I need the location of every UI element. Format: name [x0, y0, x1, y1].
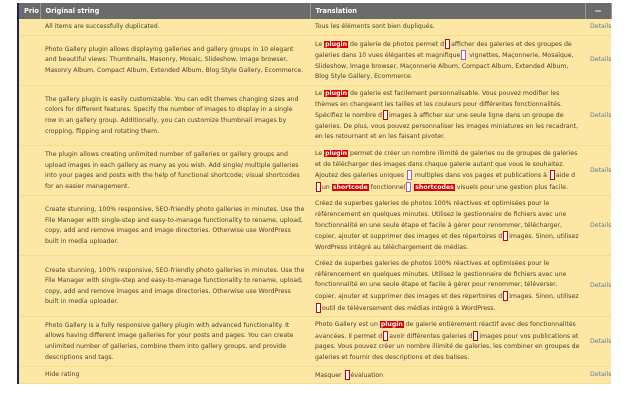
prio-cell: [18, 85, 40, 146]
translation-table: Prio Original string Translation — All i…: [17, 3, 612, 385]
glossary-highlight: plugin: [324, 149, 349, 157]
glossary-highlight: plugin: [324, 89, 349, 97]
original-string: The plugin allows creating unlimited num…: [40, 145, 310, 197]
translation-text: Le: [315, 89, 325, 97]
prio-cell: [18, 255, 40, 318]
translation-text: visuels pour une gestion plus facile.: [454, 183, 568, 191]
table-row[interactable]: The gallery plugin is easily customizabl…: [18, 85, 611, 146]
translation-text: Tous les éléments sont bien dupliqués.: [315, 23, 435, 30]
translation-text: fonctionnel: [368, 183, 406, 191]
special-char-marker: [549, 170, 555, 181]
special-char-marker: [406, 181, 412, 192]
prio-cell: [18, 316, 40, 367]
translation-text: multiples dans vos pages et publications…: [412, 172, 549, 180]
table-header: Prio Original string Translation —: [18, 3, 612, 19]
table-row[interactable]: Create stunning, 100% responsive, SEO-fr…: [18, 255, 611, 318]
original-string: Create stunning, 100% responsive, SEO-fr…: [40, 195, 310, 257]
details-link[interactable]: Details: [585, 366, 611, 385]
prio-cell: [18, 366, 40, 385]
translation-text: de galerie de photos permet d: [348, 40, 445, 48]
special-char-marker: [316, 181, 321, 192]
details-link[interactable]: Details: [585, 255, 611, 318]
special-char-marker: [473, 330, 479, 341]
special-char-marker: [316, 302, 321, 313]
translation-string[interactable]: Créez de superbes galeries de photos 100…: [310, 195, 585, 257]
translation-text: Le: [315, 40, 325, 48]
prio-cell: [18, 19, 40, 36]
table-row[interactable]: The plugin allows creating unlimited num…: [18, 145, 611, 197]
original-string: Photo Gallery is a fully responsive gall…: [40, 316, 310, 367]
translation-text: Masquer: [315, 371, 344, 379]
translation-string[interactable]: Tous les éléments sont bien dupliqués.: [310, 19, 585, 36]
glossary-highlight: shortcode: [331, 183, 369, 191]
special-char-marker: [503, 231, 509, 242]
translation-string[interactable]: Masquer évaluation: [310, 366, 585, 385]
special-char-marker: [344, 369, 350, 380]
translation-text: Le: [315, 149, 325, 157]
col-prio[interactable]: Prio: [18, 3, 41, 19]
col-translation[interactable]: Translation: [310, 3, 586, 19]
table-row[interactable]: Hide rating Masquer évaluation Details: [18, 366, 611, 385]
translation-string[interactable]: Photo Gallery est un plugin de galerie e…: [310, 316, 585, 367]
special-char-marker: [383, 330, 389, 341]
glossary-highlight: shortcodes: [414, 183, 455, 191]
translation-text: évaluation: [350, 371, 384, 379]
special-char-marker: [382, 110, 388, 121]
col-actions[interactable]: —: [585, 3, 612, 19]
prio-cell: [18, 145, 40, 197]
original-string: Hide rating: [40, 366, 310, 385]
details-link[interactable]: Details: [585, 35, 611, 86]
table-row[interactable]: Photo Gallery is a fully responsive gall…: [18, 316, 611, 367]
special-char-marker: [445, 38, 451, 49]
table-row[interactable]: All items are successfully duplicated. T…: [18, 19, 611, 36]
col-original[interactable]: Original string: [40, 3, 311, 19]
translation-string[interactable]: Le plugin de galerie de photos permet da…: [310, 35, 585, 86]
details-link[interactable]: Details: [585, 195, 611, 257]
translation-string[interactable]: Le plugin de galerie est facilement pers…: [310, 85, 585, 146]
prio-cell: [18, 35, 40, 86]
glossary-highlight: plugin: [324, 40, 349, 48]
special-char-marker: [406, 170, 412, 181]
original-string: The gallery plugin is easily customizabl…: [40, 85, 310, 146]
translation-string[interactable]: Créez de superbes galeries de photos 100…: [310, 255, 585, 318]
details-link[interactable]: Details: [585, 19, 611, 36]
translation-text: outil de téléversement des médias intégr…: [322, 304, 496, 312]
details-link[interactable]: Details: [585, 316, 611, 367]
table-row[interactable]: Photo Gallery plugin allows displaying g…: [18, 35, 611, 86]
translation-string[interactable]: Le plugin permet de créer un nombre illi…: [310, 145, 585, 197]
original-string: Create stunning, 100% responsive, SEO-fr…: [40, 255, 310, 318]
table-row[interactable]: Create stunning, 100% responsive, SEO-fr…: [18, 195, 611, 257]
special-char-marker: [503, 291, 509, 302]
prio-cell: [18, 195, 40, 257]
translation-text: un: [322, 183, 332, 191]
details-link[interactable]: Details: [585, 85, 611, 146]
translation-text: aide d: [555, 172, 576, 180]
translation-text: Photo Gallery est un: [315, 321, 380, 329]
translation-text: images. Sinon, utilisez: [509, 293, 579, 301]
original-string: Photo Gallery plugin allows displaying g…: [40, 35, 310, 86]
translation-text: avoir différentes galeries d: [389, 332, 473, 340]
glossary-highlight: plugin: [379, 321, 404, 329]
original-string: All items are successfully duplicated.: [40, 19, 310, 36]
special-char-marker: [461, 50, 467, 61]
details-link[interactable]: Details: [585, 145, 611, 197]
